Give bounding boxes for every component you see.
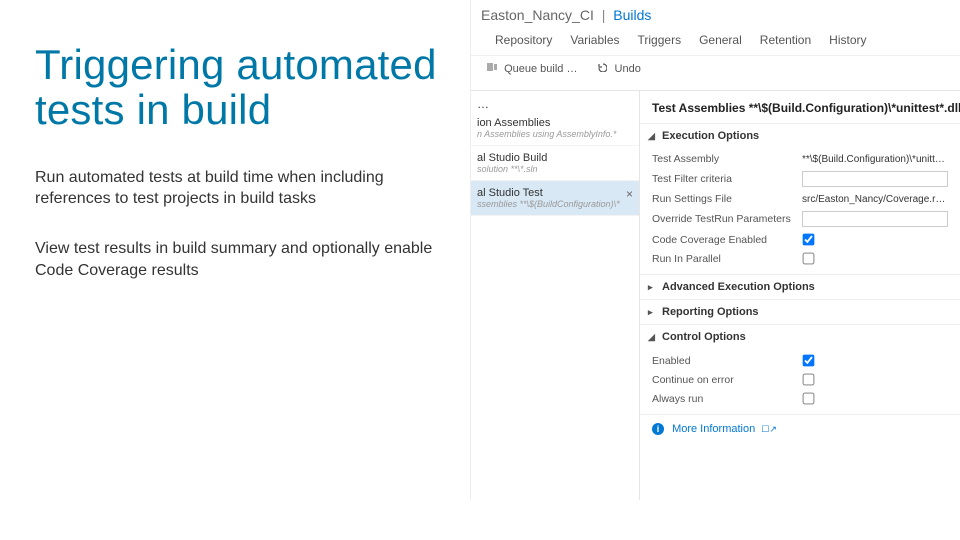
- undo-button[interactable]: Undo: [597, 62, 640, 75]
- task-list-heading: …: [471, 91, 639, 111]
- task-desc: solution **\*.sln: [477, 164, 633, 174]
- field-label: Code Coverage Enabled: [652, 234, 792, 246]
- info-icon: i: [652, 423, 664, 435]
- chevron-down-icon: ◢: [648, 131, 658, 142]
- task-name: ion Assemblies: [477, 117, 633, 129]
- task-row-selected[interactable]: al Studio Test ssemblies **\$(BuildConfi…: [471, 181, 639, 216]
- field-continue-on-error: Continue on error: [640, 370, 960, 389]
- task-desc: ssemblies **\$(BuildConfiguration)\*: [477, 199, 633, 209]
- breadcrumb-project[interactable]: Easton_Nancy_CI: [481, 7, 594, 23]
- field-label: Override TestRun Parameters: [652, 213, 792, 225]
- section-label: Advanced Execution Options: [662, 281, 815, 293]
- field-always-run: Always run: [640, 389, 960, 408]
- always-run-checkbox[interactable]: [803, 393, 815, 405]
- chevron-down-icon: ◢: [648, 332, 658, 343]
- field-run-settings: Run Settings File src/Easton_Nancy/Cover…: [640, 190, 960, 208]
- field-label: Always run: [652, 393, 792, 405]
- field-override-params: Override TestRun Parameters: [640, 208, 960, 230]
- chevron-right-icon: ▸: [648, 307, 658, 318]
- run-parallel-checkbox[interactable]: [803, 253, 815, 265]
- section-body: Test Assembly **\$(Build.Configuration)\…: [640, 148, 960, 274]
- slide-bullets: Run automated tests at build time when i…: [35, 167, 455, 281]
- field-label: Enabled: [652, 355, 792, 367]
- section-header-advanced[interactable]: ▸ Advanced Execution Options: [640, 275, 960, 299]
- field-label: Test Assembly: [652, 153, 792, 165]
- field-run-parallel: Run In Parallel: [640, 249, 960, 268]
- code-coverage-checkbox[interactable]: [803, 234, 815, 246]
- chevron-right-icon: ▸: [648, 282, 658, 293]
- field-label: Run Settings File: [652, 193, 792, 205]
- task-row[interactable]: ion Assemblies n Assemblies using Assemb…: [471, 111, 639, 146]
- tab-bar: Repository Variables Triggers General Re…: [471, 27, 960, 56]
- section-body: Enabled Continue on error Always run: [640, 349, 960, 414]
- section-control-options: ◢ Control Options Enabled Continue on er…: [640, 324, 960, 414]
- slide-bullet-1: Run automated tests at build time when i…: [35, 167, 445, 210]
- task-row[interactable]: al Studio Build solution **\*.sln: [471, 146, 639, 181]
- task-desc: n Assemblies using AssemblyInfo.*: [477, 129, 633, 139]
- section-execution-options: ◢ Execution Options Test Assembly **\$(B…: [640, 123, 960, 274]
- section-header-control[interactable]: ◢ Control Options: [640, 325, 960, 349]
- more-info-link[interactable]: More Information ☐↗: [672, 423, 777, 435]
- task-list: … ion Assemblies n Assemblies using Asse…: [471, 90, 639, 500]
- section-label: Reporting Options: [662, 306, 759, 318]
- section-header-execution[interactable]: ◢ Execution Options: [640, 124, 960, 148]
- app-body: … ion Assemblies n Assemblies using Asse…: [471, 90, 960, 500]
- section-reporting-options: ▸ Reporting Options: [640, 299, 960, 324]
- more-info-row: i More Information ☐↗: [640, 414, 960, 443]
- field-value[interactable]: **\$(Build.Configuration)\*unittest*.d: [802, 154, 948, 165]
- tab-history[interactable]: History: [829, 33, 866, 47]
- tab-repository[interactable]: Repository: [495, 33, 552, 47]
- field-test-filter: Test Filter criteria: [640, 168, 960, 190]
- field-label: Continue on error: [652, 374, 792, 386]
- build-definition-panel: Easton_Nancy_CI | Builds Repository Vari…: [470, 0, 960, 500]
- section-label: Control Options: [662, 331, 746, 343]
- close-icon[interactable]: ×: [626, 187, 633, 201]
- breadcrumb: Easton_Nancy_CI | Builds: [471, 0, 960, 27]
- test-filter-input[interactable]: [802, 171, 948, 187]
- field-value[interactable]: src/Easton_Nancy/Coverage.runsetti: [802, 194, 948, 205]
- field-enabled: Enabled: [640, 351, 960, 370]
- undo-icon: [597, 62, 607, 75]
- slide-bullet-2: View test results in build summary and o…: [35, 238, 445, 281]
- tab-triggers[interactable]: Triggers: [638, 33, 682, 47]
- task-name: al Studio Test: [477, 187, 633, 199]
- external-link-icon: ☐↗: [761, 424, 777, 434]
- field-test-assembly: Test Assembly **\$(Build.Configuration)\…: [640, 150, 960, 168]
- continue-on-error-checkbox[interactable]: [803, 374, 815, 386]
- field-code-coverage: Code Coverage Enabled: [640, 230, 960, 249]
- tab-general[interactable]: General: [699, 33, 742, 47]
- field-label: Test Filter criteria: [652, 173, 792, 185]
- more-info-label: More Information: [672, 423, 755, 435]
- toolbar: Queue build … Undo: [471, 56, 960, 81]
- undo-label: Undo: [615, 63, 641, 75]
- override-params-input[interactable]: [802, 211, 948, 227]
- breadcrumb-section[interactable]: Builds: [613, 7, 651, 23]
- tab-variables[interactable]: Variables: [570, 33, 619, 47]
- queue-build-label: Queue build …: [504, 63, 577, 75]
- detail-title: Test Assemblies **\$(Build.Configuration…: [640, 91, 960, 123]
- slide-text-block: Triggering automated tests in build Run …: [35, 42, 455, 309]
- slide-title: Triggering automated tests in build: [35, 42, 455, 133]
- section-label: Execution Options: [662, 130, 759, 142]
- section-header-reporting[interactable]: ▸ Reporting Options: [640, 300, 960, 324]
- task-detail-panel: Test Assemblies **\$(Build.Configuration…: [639, 90, 960, 500]
- tab-retention[interactable]: Retention: [760, 33, 811, 47]
- field-label: Run In Parallel: [652, 253, 792, 265]
- queue-build-button[interactable]: Queue build …: [487, 62, 577, 75]
- slide-stage: Triggering automated tests in build Run …: [0, 0, 960, 540]
- breadcrumb-sep: |: [602, 7, 606, 23]
- section-advanced-execution: ▸ Advanced Execution Options: [640, 274, 960, 299]
- task-name: al Studio Build: [477, 152, 633, 164]
- enabled-checkbox[interactable]: [803, 355, 815, 367]
- queue-icon: [487, 62, 497, 75]
